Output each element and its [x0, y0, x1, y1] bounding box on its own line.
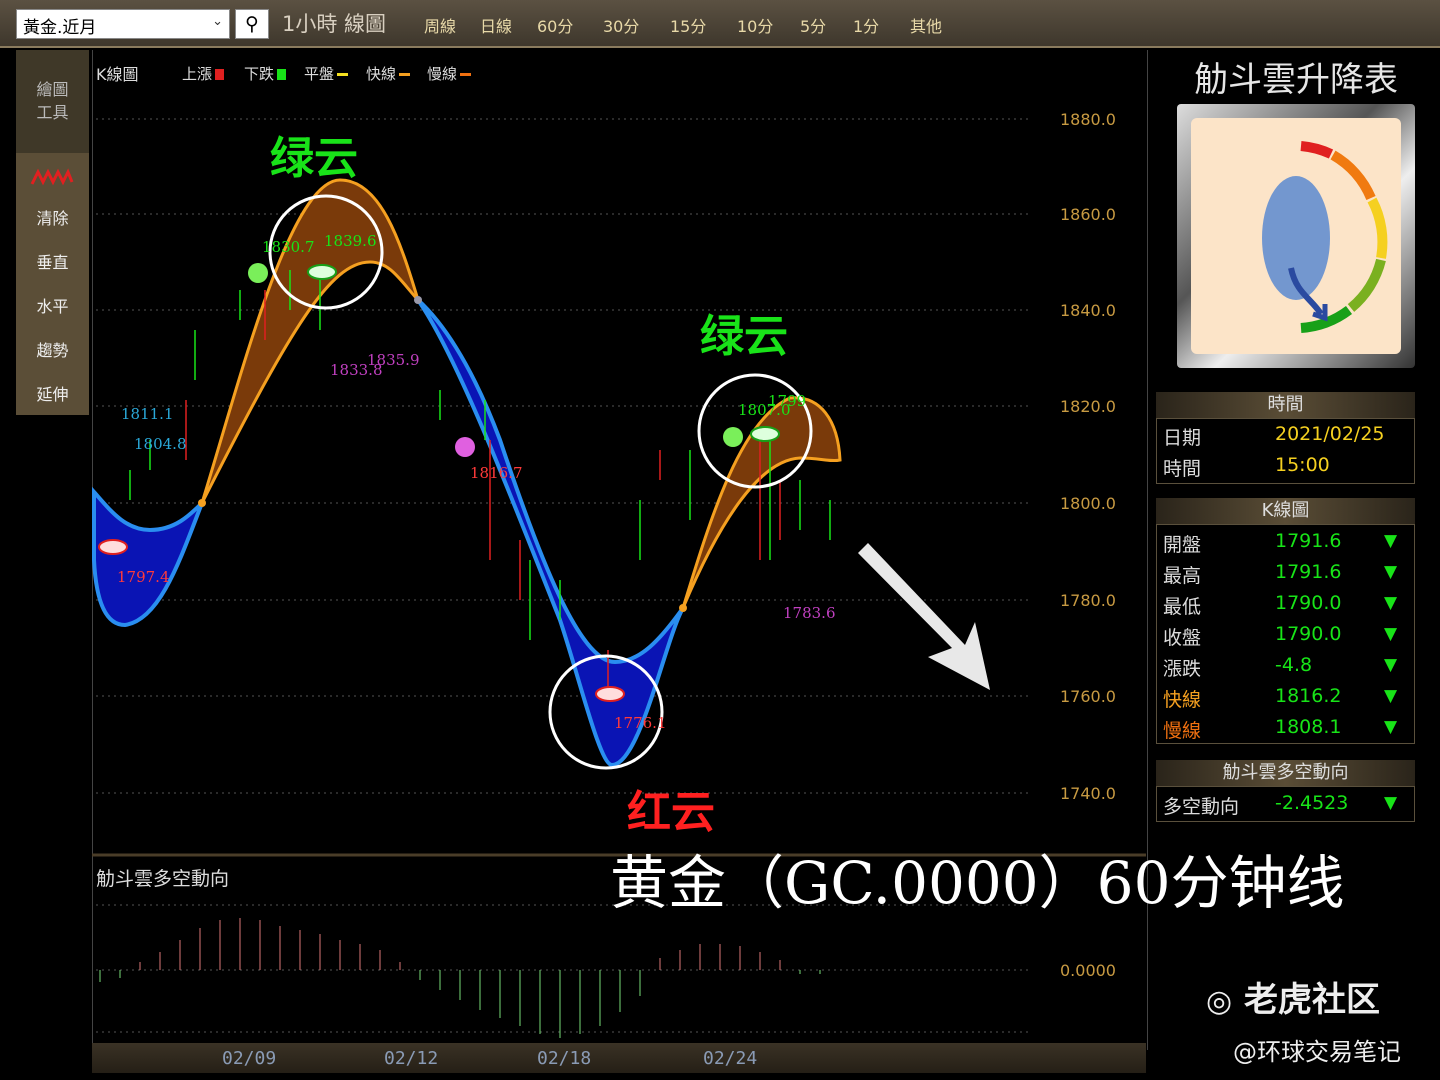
y-tick: 1760.0 — [1060, 687, 1116, 706]
annotation-green-cloud-1: 绿云 — [270, 133, 358, 184]
time-label: 時間 — [1163, 458, 1202, 480]
down-arrow-icon: ▼ — [1384, 624, 1398, 644]
watermark: ◎ 老虎社区 — [1206, 972, 1380, 1021]
close-value: 1790.0 — [1275, 623, 1342, 645]
trend-value: -2.4523 — [1275, 792, 1349, 814]
down-arrow-icon: ▼ — [1384, 686, 1398, 706]
sub-chart-title: 觔斗雲多空動向 — [96, 868, 230, 890]
gauge-frame — [1177, 104, 1415, 368]
price-label: 1811.1 — [121, 405, 174, 423]
buy-ball — [723, 427, 743, 447]
x-tick: 02/24 — [703, 1048, 758, 1069]
price-label: 1835.9 — [367, 351, 420, 369]
price-label: 1830.7 — [262, 238, 315, 256]
price-label: 1797.4 — [117, 568, 170, 586]
price-label: 1804.8 — [134, 435, 187, 453]
fast-value: 1816.2 — [1275, 685, 1342, 707]
price-label: 1799 — [768, 392, 807, 410]
y-tick: 1840.0 — [1060, 301, 1116, 320]
green-cloud-marker — [307, 264, 337, 280]
cross-dot — [679, 604, 687, 612]
sell-ball — [455, 437, 475, 457]
high-value: 1791.6 — [1275, 561, 1342, 583]
trend-header: 觔斗雲多空動向 — [1156, 760, 1415, 786]
chart-caption: 黄金（GC.0000）60分钟线 — [610, 849, 1345, 917]
price-label: 1776.1 — [614, 714, 667, 732]
open-value: 1791.6 — [1275, 530, 1342, 552]
x-tick: 02/12 — [384, 1048, 439, 1069]
close-label: 收盤 — [1163, 627, 1202, 649]
annotation-red-cloud: 红云 — [627, 787, 715, 838]
date-label: 日期 — [1163, 427, 1202, 449]
cloud-red-1 — [92, 486, 204, 628]
x-tick: 02/18 — [537, 1048, 592, 1069]
cloud-green-1 — [200, 178, 420, 504]
slow-label: 慢線 — [1163, 720, 1202, 742]
y-tick: 1880.0 — [1060, 110, 1116, 129]
y-tick: 1780.0 — [1060, 591, 1116, 610]
k-header: K線圖 — [1156, 498, 1415, 524]
down-arrow-icon: ▼ — [1384, 531, 1398, 551]
watermark-handle: @环球交易笔记 — [1233, 1038, 1401, 1066]
down-arrow-icon: ▼ — [1384, 562, 1398, 582]
cloud-red-2 — [416, 298, 685, 768]
low-label: 最低 — [1163, 596, 1202, 618]
cross-dot — [414, 296, 422, 304]
gauge-icon — [1191, 118, 1401, 354]
tiger-logo-icon: ◎ — [1206, 984, 1233, 1019]
down-arrow-icon: ▼ — [1384, 593, 1398, 613]
annotation-green-cloud-2: 绿云 — [700, 311, 788, 362]
open-label: 開盤 — [1163, 534, 1202, 556]
time-header: 時間 — [1156, 392, 1415, 418]
indicator-bars-negative — [99, 970, 821, 1038]
high-label: 最高 — [1163, 565, 1202, 587]
fast-label: 快線 — [1163, 689, 1202, 711]
y-tick: 1860.0 — [1060, 205, 1116, 224]
panel-title: 觔斗雲升降表 — [1194, 60, 1398, 100]
red-cloud-marker — [595, 686, 625, 702]
down-arrow-icon — [858, 543, 990, 690]
time-value: 15:00 — [1275, 454, 1330, 476]
x-tick: 02/09 — [222, 1048, 277, 1069]
y-tick: 1740.0 — [1060, 784, 1116, 803]
price-label: 1816.7 — [470, 464, 523, 482]
change-value: -4.8 — [1275, 654, 1313, 676]
buy-ball — [248, 263, 268, 283]
low-value: 1790.0 — [1275, 592, 1342, 614]
down-arrow-icon: ▼ — [1384, 793, 1398, 813]
date-value: 2021/02/25 — [1275, 423, 1385, 445]
watermark-brand: 老虎社区 — [1244, 980, 1381, 1020]
trend-label: 多空動向 — [1163, 796, 1240, 818]
y-tick: 1800.0 — [1060, 494, 1116, 513]
red-cloud-marker — [98, 539, 128, 555]
green-cloud-marker — [750, 426, 780, 442]
change-label: 漲跌 — [1163, 658, 1202, 680]
y-tick: 1820.0 — [1060, 397, 1116, 416]
cross-dot — [198, 499, 206, 507]
down-arrow-icon: ▼ — [1384, 655, 1398, 675]
slow-value: 1808.1 — [1275, 716, 1342, 738]
down-arrow-icon: ▼ — [1384, 717, 1398, 737]
sub-y-tick: 0.0000 — [1060, 961, 1116, 980]
price-label: 1783.6 — [783, 604, 836, 622]
indicator-bars-positive — [139, 918, 781, 970]
price-label: 1839.6 — [324, 232, 377, 250]
